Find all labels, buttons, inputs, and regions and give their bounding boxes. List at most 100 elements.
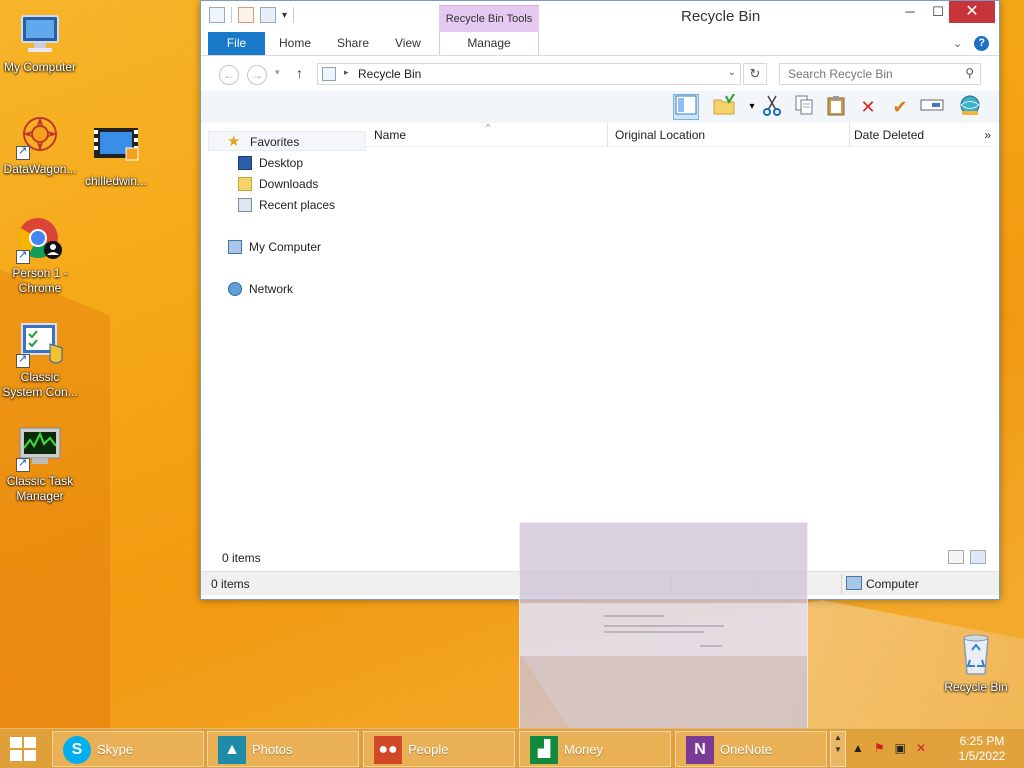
nav-item-desktop[interactable]: Desktop — [208, 153, 366, 173]
properties-icon[interactable] — [238, 7, 254, 23]
people-icon: ●● — [374, 736, 402, 764]
context-tab-header: Recycle Bin Tools — [439, 5, 539, 32]
skype-icon: S — [63, 736, 91, 764]
preview-pane-icon[interactable] — [673, 94, 699, 120]
nav-item-network[interactable]: Network — [208, 279, 366, 299]
search-input[interactable] — [780, 64, 950, 84]
nav-item-my-computer[interactable]: My Computer — [208, 237, 366, 257]
close-button[interactable]: ✕ — [949, 1, 995, 23]
large-icons-view-icon[interactable] — [970, 550, 986, 564]
star-icon: ★ — [227, 133, 241, 150]
desktop-icon-label: Person 1 - Chrome — [12, 266, 68, 295]
item-count: 0 items — [222, 551, 261, 565]
taskbar-app-money[interactable]: ▟ Money — [519, 731, 671, 767]
tab-file[interactable]: File — [208, 32, 265, 55]
copy-icon[interactable] — [791, 94, 817, 120]
desktop-icon-classic-task-manager[interactable]: Classic Task Manager — [0, 424, 80, 504]
file-list[interactable]: Name ^ Original Location Date Deleted » — [366, 122, 993, 543]
taskbar: S Skype ▲ Photos ●● People ▟ Money N One… — [0, 728, 1024, 768]
taskbar-app-label: Money — [564, 742, 604, 757]
show-hidden-icons-icon[interactable]: ▲ — [852, 741, 864, 755]
search-icon[interactable]: ⚲ — [965, 66, 974, 80]
nav-item-recent-places[interactable]: Recent places — [208, 195, 366, 215]
clock-date: 1/5/2022 — [958, 749, 1006, 763]
recycle-bin-small-icon — [322, 67, 336, 81]
recycle-bin-small-icon[interactable] — [209, 7, 225, 23]
clock[interactable]: 6:25 PM 1/5/2022 — [950, 734, 1014, 764]
recent-locations-dropdown-icon[interactable]: ▾ — [275, 67, 280, 78]
restore-checkmark-icon[interactable]: ✔ — [887, 94, 913, 120]
column-original-location[interactable]: Original Location — [608, 123, 850, 147]
help-icon[interactable]: ? — [974, 36, 990, 51]
taskbar-scroll-control[interactable]: ▲ ▼ — [830, 731, 846, 767]
rename-icon[interactable] — [919, 94, 945, 120]
nav-item-favorites[interactable]: ★ Favorites — [208, 131, 366, 151]
desktop-icon-chilledwin[interactable]: chilledwin... — [76, 124, 156, 189]
taskbar-app-skype[interactable]: S Skype — [52, 731, 204, 767]
desktop-icon-classic-system-control[interactable]: Classic System Con... — [0, 320, 80, 400]
cut-icon[interactable] — [759, 94, 785, 120]
shortcut-arrow-icon — [16, 248, 30, 264]
new-folder-icon[interactable] — [260, 7, 276, 23]
forward-button[interactable]: → — [247, 65, 267, 85]
command-toolbar: ▾ ✕ ✔ — [201, 91, 999, 123]
search-box: ⚲ — [779, 63, 981, 85]
computer-icon — [846, 576, 862, 590]
fading-app-window — [519, 522, 808, 736]
back-button[interactable]: ← — [219, 65, 239, 85]
windows-logo-icon — [10, 737, 22, 748]
tab-home[interactable]: Home — [267, 32, 323, 55]
action-center-flag-icon[interactable]: ⚑ — [874, 741, 885, 755]
folder-options-icon[interactable] — [711, 93, 737, 120]
desktop-icon-datawagon[interactable]: DataWagon... — [0, 112, 80, 177]
tab-share[interactable]: Share — [325, 32, 381, 55]
nav-item-downloads[interactable]: Downloads — [208, 174, 366, 194]
task-manager-icon — [16, 424, 64, 472]
refresh-button[interactable]: ↻ — [743, 63, 767, 85]
nav-label: Favorites — [250, 135, 300, 149]
column-date-deleted[interactable]: Date Deleted — [850, 123, 980, 147]
network-status-icon[interactable]: ▣ — [895, 741, 906, 755]
status-location: Computer — [866, 577, 919, 591]
tab-view[interactable]: View — [383, 32, 433, 55]
address-dropdown-icon[interactable]: ⌄ — [728, 67, 736, 78]
video-file-icon — [92, 124, 140, 172]
address-bar[interactable]: ▸ Recycle Bin ⌄ — [317, 63, 741, 85]
taskbar-app-photos[interactable]: ▲ Photos — [207, 731, 359, 767]
desktop-icon-recycle-bin[interactable]: Recycle Bin — [936, 630, 1016, 695]
taskbar-app-label: People — [408, 742, 449, 757]
navigation-pane: ★ Favorites Desktop Downloads Recent pla… — [208, 131, 366, 541]
taskbar-app-label: Photos — [252, 742, 293, 757]
properties-globe-icon[interactable] — [957, 94, 983, 120]
minimize-button[interactable]: ─ — [895, 1, 925, 23]
taskbar-app-onenote[interactable]: N OneNote — [675, 731, 827, 767]
column-name[interactable]: Name ^ — [366, 122, 608, 147]
volume-muted-icon[interactable]: ✕ — [916, 741, 926, 755]
computer-icon — [16, 10, 64, 58]
nav-label: Recent places — [259, 198, 336, 212]
taskbar-app-label: Skype — [97, 742, 134, 757]
up-button[interactable]: ↑ — [296, 65, 303, 81]
expand-ribbon-icon[interactable]: ⌄ — [953, 37, 962, 50]
taskbar-app-people[interactable]: ●● People — [363, 731, 515, 767]
title-bar[interactable]: ▾ Recycle Bin Tools Recycle Bin ─ ☐ ✕ — [201, 1, 999, 32]
item-count: 0 items — [211, 577, 250, 591]
downloads-folder-icon — [238, 177, 252, 191]
delete-icon[interactable]: ✕ — [855, 94, 881, 120]
customize-dropdown-icon[interactable]: ▾ — [282, 10, 287, 21]
tab-manage[interactable]: Manage — [439, 32, 539, 55]
more-columns-chevron-icon[interactable]: » — [984, 123, 991, 147]
breadcrumb-chevron-icon[interactable]: ▸ — [344, 67, 349, 78]
breadcrumb-recycle-bin[interactable]: Recycle Bin — [358, 67, 421, 81]
desktop-icon-label: Classic System Con... — [2, 370, 78, 399]
paste-icon[interactable] — [823, 94, 849, 120]
details-view-icon[interactable] — [948, 550, 964, 564]
datawagon-icon — [16, 112, 64, 160]
start-button[interactable] — [10, 737, 36, 761]
explorer-window: ▾ Recycle Bin Tools Recycle Bin ─ ☐ ✕ Fi… — [200, 0, 1000, 600]
desktop-icon-my-computer[interactable]: My Computer — [0, 10, 80, 75]
clock-time: 6:25 PM — [959, 734, 1005, 748]
onenote-icon: N — [686, 736, 714, 764]
desktop-icon-chrome[interactable]: Person 1 - Chrome — [0, 216, 80, 296]
nav-label: Network — [249, 282, 294, 296]
